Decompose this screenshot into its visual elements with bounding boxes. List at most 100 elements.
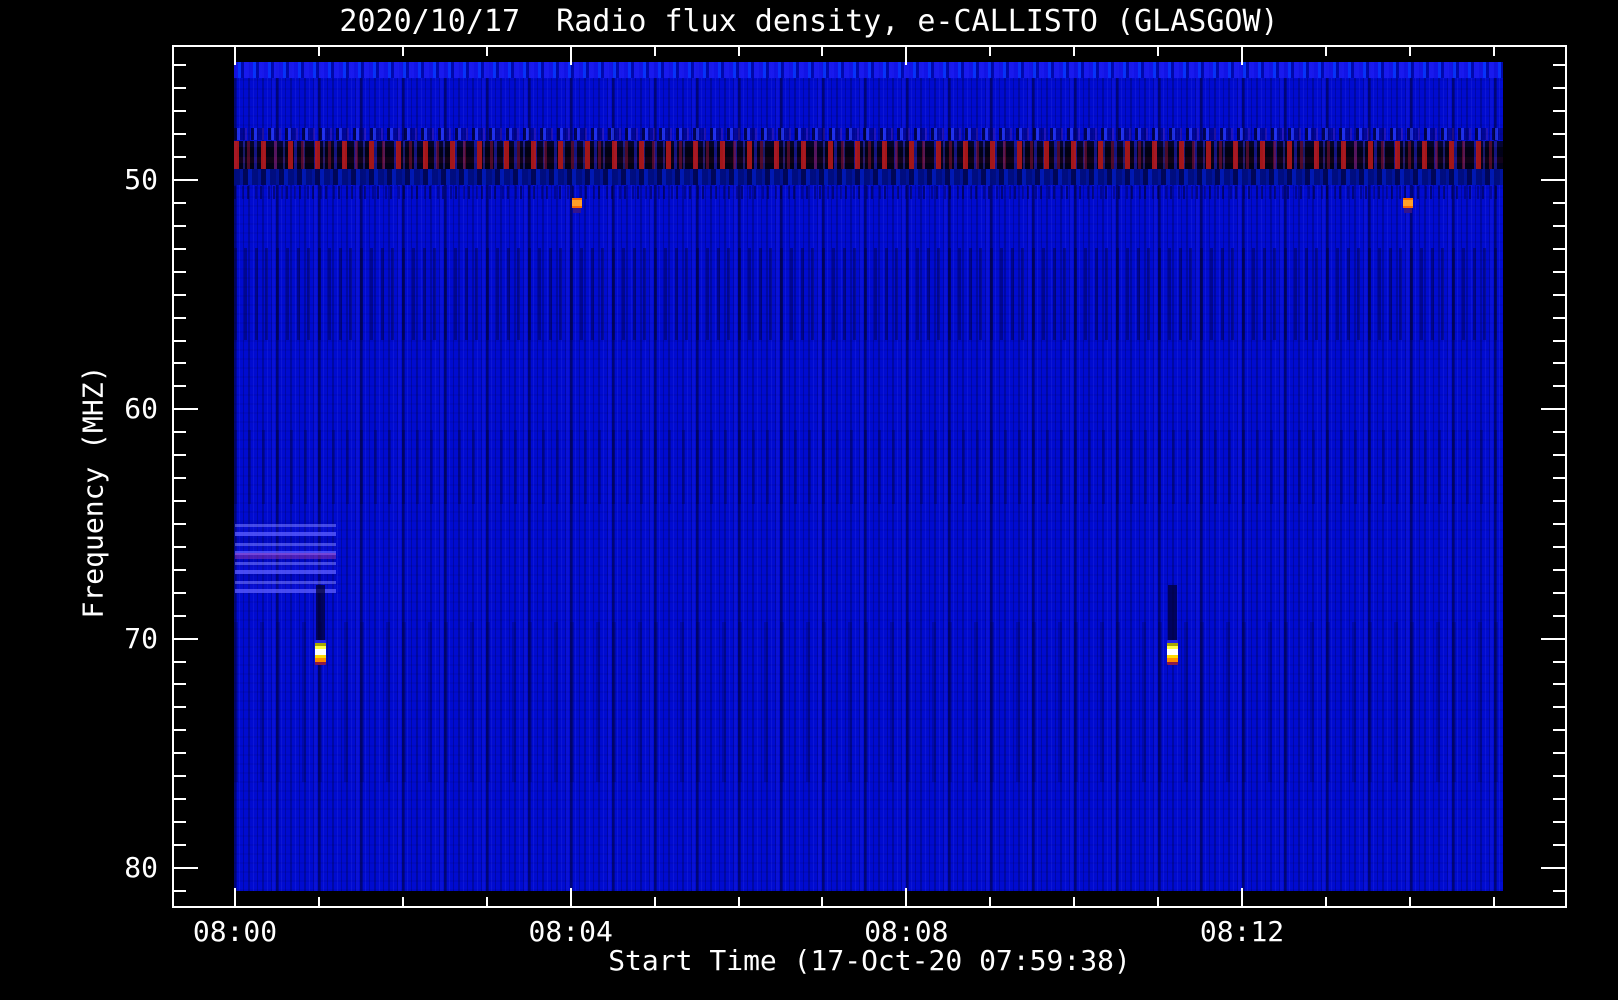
y-minor-tick bbox=[174, 247, 186, 250]
dark-dash-rows-2 bbox=[234, 430, 1503, 504]
y-minor-tick bbox=[174, 316, 186, 319]
y-minor-tick bbox=[1553, 156, 1565, 159]
y-minor-tick bbox=[174, 362, 186, 365]
y-major-tick bbox=[174, 637, 198, 640]
streak-patch bbox=[235, 521, 336, 593]
x-minor-tick bbox=[1492, 47, 1495, 56]
y-minor-tick bbox=[174, 706, 186, 709]
y-minor-tick bbox=[174, 454, 186, 457]
x-minor-tick bbox=[653, 897, 656, 906]
y-major-tick bbox=[1541, 179, 1565, 181]
speckle-row bbox=[234, 186, 1503, 199]
y-minor-tick bbox=[1553, 775, 1565, 778]
x-minor-tick bbox=[653, 47, 656, 56]
x-major-tick bbox=[1241, 47, 1244, 65]
y-minor-tick bbox=[174, 500, 186, 503]
x-minor-tick bbox=[1157, 897, 1160, 906]
x-major-tick bbox=[905, 888, 908, 906]
y-minor-tick bbox=[174, 729, 186, 732]
y-minor-tick bbox=[1553, 477, 1565, 480]
x-minor-tick bbox=[1492, 897, 1495, 906]
y-minor-tick bbox=[174, 385, 186, 388]
y-minor-tick bbox=[1553, 87, 1565, 90]
y-tick-label: 50 bbox=[124, 163, 158, 196]
x-minor-tick bbox=[821, 47, 824, 56]
x-minor-tick bbox=[401, 897, 404, 906]
x-tick-label: 08:00 bbox=[192, 915, 278, 948]
y-minor-tick bbox=[174, 156, 186, 159]
y-minor-tick bbox=[1553, 660, 1565, 663]
y-minor-tick bbox=[1553, 729, 1565, 732]
x-minor-tick bbox=[737, 47, 740, 56]
spot-marker bbox=[572, 197, 583, 208]
rfi-postband-texture bbox=[234, 167, 1503, 185]
x-minor-tick bbox=[317, 897, 320, 906]
y-minor-tick bbox=[1553, 568, 1565, 571]
burst-shadow-column bbox=[315, 585, 325, 641]
rfi-band bbox=[234, 141, 1503, 169]
y-minor-tick bbox=[1553, 752, 1565, 755]
y-minor-tick bbox=[1553, 224, 1565, 227]
y-minor-tick bbox=[174, 201, 186, 204]
y-minor-tick bbox=[174, 660, 186, 663]
y-minor-tick bbox=[174, 133, 186, 136]
dark-dash-rows-3 bbox=[234, 622, 1503, 782]
y-minor-tick bbox=[1553, 293, 1565, 296]
x-major-tick bbox=[905, 47, 908, 65]
y-major-tick bbox=[1541, 408, 1565, 411]
y-minor-tick bbox=[174, 522, 186, 525]
y-minor-tick bbox=[1553, 270, 1565, 273]
x-major-tick bbox=[234, 47, 236, 65]
x-minor-tick bbox=[485, 47, 488, 56]
y-minor-tick bbox=[1553, 889, 1565, 892]
y-minor-tick bbox=[1553, 133, 1565, 136]
x-minor-tick bbox=[317, 47, 320, 56]
y-minor-tick bbox=[1553, 798, 1565, 801]
y-minor-tick bbox=[174, 752, 186, 755]
x-minor-tick bbox=[1324, 897, 1327, 906]
dark-dash-rows-1 bbox=[234, 248, 1503, 340]
y-minor-tick bbox=[174, 614, 186, 617]
y-major-tick bbox=[174, 408, 198, 411]
x-minor-tick bbox=[1408, 897, 1411, 906]
y-minor-tick bbox=[174, 568, 186, 571]
spot-under-marker bbox=[573, 207, 582, 213]
x-minor-tick bbox=[1408, 47, 1411, 56]
spot-under-marker bbox=[1404, 207, 1413, 213]
y-tick-label: 80 bbox=[124, 850, 158, 884]
y-major-tick bbox=[174, 866, 198, 869]
y-minor-tick bbox=[1553, 110, 1565, 113]
chart-title: 2020/10/17 Radio flux density, e-CALLIST… bbox=[339, 4, 1279, 39]
x-major-tick bbox=[234, 888, 236, 906]
x-minor-tick bbox=[1073, 897, 1076, 906]
y-minor-tick bbox=[174, 545, 186, 548]
y-minor-tick bbox=[174, 775, 186, 778]
y-minor-tick bbox=[1553, 316, 1565, 319]
x-minor-tick bbox=[989, 897, 992, 906]
y-minor-tick bbox=[1553, 385, 1565, 388]
y-major-tick bbox=[174, 179, 198, 181]
x-major-tick bbox=[569, 47, 572, 65]
spectrogram-canvas: 2020/10/17 Radio flux density, e-CALLIST… bbox=[0, 0, 1618, 1000]
y-minor-tick bbox=[174, 293, 186, 296]
y-minor-tick bbox=[1553, 64, 1565, 67]
y-minor-tick bbox=[174, 591, 186, 594]
x-minor-tick bbox=[1324, 47, 1327, 56]
burst-marker bbox=[1167, 640, 1179, 666]
y-minor-tick bbox=[174, 87, 186, 90]
x-axis-label: Start Time (17-Oct-20 07:59:38) bbox=[608, 944, 1131, 977]
y-minor-tick bbox=[1553, 201, 1565, 204]
y-minor-tick bbox=[174, 339, 186, 342]
x-tick-label: 08:12 bbox=[1199, 915, 1285, 948]
y-tick-label: 60 bbox=[124, 392, 158, 426]
x-minor-tick bbox=[485, 897, 488, 906]
rfi-preband-texture bbox=[234, 128, 1503, 140]
y-minor-tick bbox=[1553, 431, 1565, 434]
y-major-tick bbox=[1541, 637, 1565, 640]
y-minor-tick bbox=[174, 270, 186, 273]
y-minor-tick bbox=[174, 683, 186, 686]
y-minor-tick bbox=[1553, 821, 1565, 824]
y-minor-tick bbox=[1553, 706, 1565, 709]
y-minor-tick bbox=[1553, 500, 1565, 503]
y-minor-tick bbox=[1553, 454, 1565, 457]
